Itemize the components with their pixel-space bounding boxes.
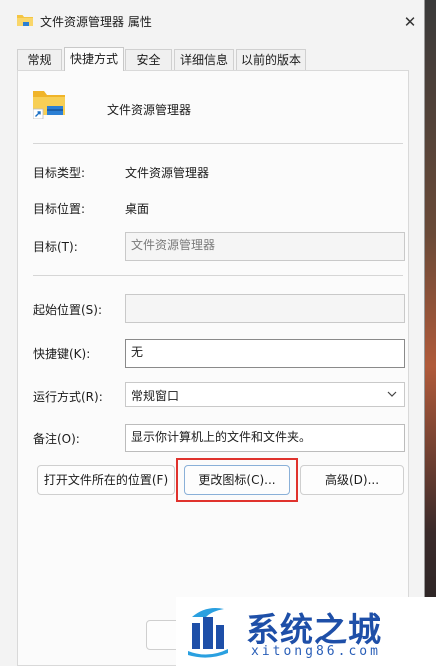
close-icon: ✕ bbox=[403, 13, 417, 31]
hotkey-label: 快捷键(K): bbox=[33, 347, 91, 361]
divider bbox=[33, 275, 403, 276]
run-select[interactable]: 常规窗口 bbox=[125, 382, 405, 407]
open-file-location-button[interactable]: 打开文件所在的位置(F) bbox=[37, 465, 175, 495]
tab-details[interactable]: 详细信息 bbox=[174, 49, 234, 70]
tab-previous-versions[interactable]: 以前的版本 bbox=[236, 49, 306, 70]
file-explorer-shortcut-icon bbox=[33, 91, 65, 119]
target-location-value: 桌面 bbox=[125, 202, 150, 216]
watermark-url: xitong86.com bbox=[251, 644, 381, 659]
divider bbox=[33, 143, 403, 144]
start-in-field[interactable] bbox=[125, 294, 405, 323]
highlight-box bbox=[176, 458, 298, 502]
tab-general[interactable]: 常规 bbox=[17, 49, 62, 70]
properties-dialog: 文件资源管理器 属性 ✕ 常规 快捷方式 安全 详细信息 以前的版本 文件资源管… bbox=[0, 0, 425, 666]
site-logo bbox=[188, 608, 228, 658]
target-location-label: 目标位置: bbox=[33, 202, 86, 216]
target-type-value: 文件资源管理器 bbox=[125, 166, 210, 180]
close-button[interactable]: ✕ bbox=[396, 8, 424, 36]
folder-icon bbox=[17, 15, 33, 26]
watermark: 系统之城 xitong86.com bbox=[176, 597, 436, 666]
tab-shortcut[interactable]: 快捷方式 bbox=[64, 47, 124, 71]
target-type-label: 目标类型: bbox=[33, 166, 86, 180]
window-title: 文件资源管理器 属性 bbox=[40, 15, 152, 29]
target-field[interactable]: 文件资源管理器 bbox=[125, 232, 405, 261]
chevron-down-icon bbox=[387, 391, 397, 397]
start-in-label: 起始位置(S): bbox=[33, 303, 103, 317]
run-select-value: 常规窗口 bbox=[131, 389, 180, 403]
comment-field[interactable]: 显示你计算机上的文件和文件夹。 bbox=[125, 424, 405, 452]
run-label: 运行方式(R): bbox=[33, 390, 103, 404]
tab-panel bbox=[17, 70, 409, 666]
target-label: 目标(T): bbox=[33, 240, 78, 254]
title-bar: 文件资源管理器 属性 ✕ bbox=[0, 0, 424, 42]
desktop-background bbox=[424, 0, 436, 666]
advanced-button[interactable]: 高级(D)... bbox=[300, 465, 404, 495]
hotkey-field[interactable]: 无 bbox=[125, 339, 405, 368]
tab-security[interactable]: 安全 bbox=[125, 49, 172, 70]
shortcut-name: 文件资源管理器 bbox=[107, 103, 192, 117]
comment-label: 备注(O): bbox=[33, 432, 80, 446]
